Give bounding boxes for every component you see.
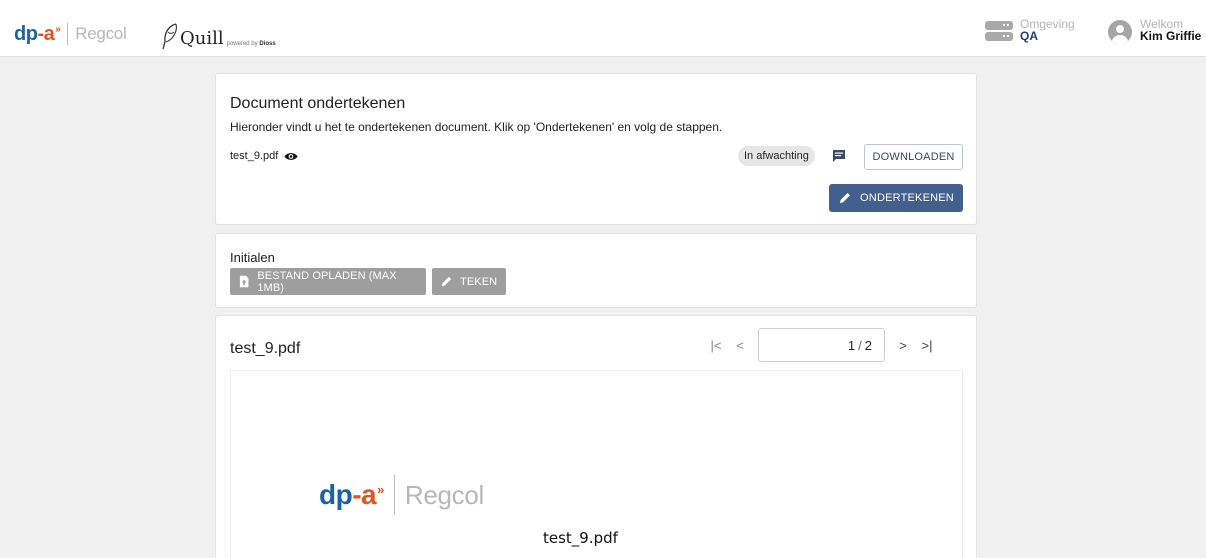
pdf-file-name: test_9.pdf [543,529,618,547]
pdf-logo-dp-text: dp-a» [319,479,384,510]
file-row: test_9.pdf [230,150,298,162]
next-page-icon[interactable]: > [891,338,915,353]
pdf-page[interactable]: dp-a» Regcol test_9.pdf [230,370,963,558]
environment-indicator: Omgeving QA [985,18,1075,43]
sign-button[interactable]: ONDERTEKENEN [829,184,963,212]
page-title: Document ondertekenen [230,95,406,112]
pagination: |< < 1 / 2 > >| [704,328,939,362]
file-upload-icon [239,275,249,288]
upload-file-button[interactable]: BESTAND OPLADEN (MAX 1MB) [230,268,426,295]
logo-dp-text: dp-a» [14,22,61,45]
first-page-icon[interactable]: |< [704,338,728,353]
pdf-logo-regcol-text: Regcol [404,479,484,510]
user-name: Kim Griffie [1140,29,1202,43]
server-icon [985,19,1013,41]
environment-value: QA [1020,29,1038,43]
quill-logo: Quill powered by Dioss [160,22,276,50]
dpa-regcol-logo[interactable]: dp-a» Regcol [14,22,127,46]
initials-label: Initialen [230,250,275,265]
pencil-icon [840,193,851,203]
feather-icon [162,23,177,50]
comment-icon[interactable] [832,149,846,163]
status-badge: In afwachting [738,146,815,166]
logo-divider [67,23,69,45]
draw-button[interactable]: TEKEN [432,268,506,295]
quill-text: Quill [180,28,224,49]
download-button[interactable]: DOWNLOADEN [864,144,963,170]
previous-page-icon[interactable]: < [728,338,752,353]
instructions-text: Hieronder vindt u het te ondertekenen do… [230,120,723,134]
total-pages: 2 [864,337,872,353]
last-page-icon[interactable]: >| [915,338,939,353]
pdf-viewer-card: test_9.pdf |< < 1 / 2 > >| dp-a» Regcol … [215,315,977,558]
top-bar: dp-a» Regcol Quill powered by Dioss Omge… [0,0,1206,57]
eye-icon[interactable] [284,152,298,161]
file-name: test_9.pdf [230,150,279,162]
page-number-input[interactable]: 1 / 2 [758,328,885,362]
sign-button-label: ONDERTEKENEN [860,192,954,204]
pdf-dpa-regcol-logo: dp-a» Regcol [319,475,484,515]
page-separator: / [858,337,862,353]
pencil-icon [441,276,452,287]
viewer-title: test_9.pdf [230,340,301,357]
draw-button-label: TEKEN [460,275,498,288]
logo-regcol-text: Regcol [75,24,127,43]
user-menu[interactable]: Welkom Kim Griffie [1108,18,1202,44]
pdf-logo-divider [393,475,395,515]
avatar-icon [1108,20,1132,44]
sign-document-card: Document ondertekenen Hieronder vindt u … [215,73,977,225]
current-page: 1 [847,337,856,353]
powered-by: powered by Dioss [226,41,276,47]
upload-file-label: BESTAND OPLADEN (MAX 1MB) [257,269,397,294]
initials-card: Initialen BESTAND OPLADEN (MAX 1MB) TEKE… [215,233,977,308]
